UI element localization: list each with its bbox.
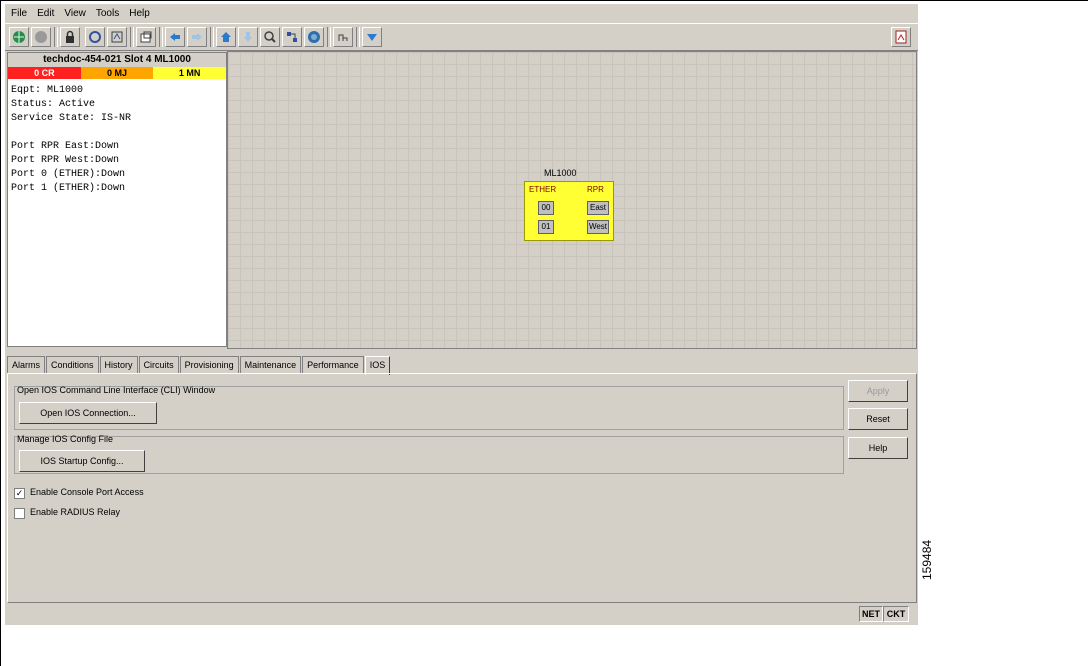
- tab-maintenance[interactable]: Maintenance: [239, 356, 302, 373]
- home-icon[interactable]: [216, 27, 236, 47]
- ether-label: ETHER: [529, 185, 557, 194]
- info-line: Port 0 (ETHER):Down: [11, 169, 126, 180]
- circuits-icon[interactable]: [282, 27, 302, 47]
- refresh-icon[interactable]: [85, 27, 105, 47]
- status-bar: NET CKT: [7, 604, 915, 622]
- tab-bar: Alarms Conditions History Circuits Provi…: [7, 356, 391, 375]
- toolbar: [5, 23, 918, 51]
- cli-group: Open IOS Command Line Interface (CLI) Wi…: [14, 385, 844, 430]
- ml1000-card[interactable]: ETHER RPR 00 01 East West: [524, 181, 614, 241]
- cli-group-title: Open IOS Command Line Interface (CLI) Wi…: [17, 385, 216, 395]
- config-group: Manage IOS Config File IOS Startup Confi…: [14, 434, 844, 474]
- port-rpr-west[interactable]: West: [587, 220, 609, 234]
- nav-icon[interactable]: [362, 27, 382, 47]
- port-rpr-east[interactable]: East: [587, 201, 609, 215]
- menu-help[interactable]: Help: [129, 8, 150, 19]
- ckt-status[interactable]: CKT: [883, 606, 909, 622]
- frame-left-line: [0, 0, 1, 666]
- pdf-icon[interactable]: [891, 27, 911, 47]
- info-line: Port 1 (ETHER):Down: [11, 183, 126, 194]
- rpr-label: RPR: [587, 185, 604, 194]
- window-icon[interactable]: [136, 27, 156, 47]
- tab-circuits[interactable]: Circuits: [138, 356, 179, 373]
- stop-icon[interactable]: [31, 27, 51, 47]
- toolbar-separator: [327, 27, 331, 47]
- info-line: Status: Active: [11, 99, 96, 110]
- console-access-checkbox[interactable]: ✓: [14, 488, 25, 499]
- ring-icon[interactable]: [333, 27, 353, 47]
- back-icon[interactable]: [165, 27, 185, 47]
- menu-tools[interactable]: Tools: [96, 8, 119, 19]
- radius-relay-checkbox[interactable]: [14, 508, 25, 519]
- tab-alarms[interactable]: Alarms: [7, 356, 46, 373]
- help-button[interactable]: Help: [848, 437, 908, 459]
- ios-tab-panel: Open IOS Command Line Interface (CLI) Wi…: [7, 373, 917, 603]
- menu-view[interactable]: View: [64, 8, 86, 19]
- reset-button[interactable]: Reset: [848, 408, 908, 430]
- toolbar-separator: [356, 27, 360, 47]
- card-name: ML1000: [544, 168, 577, 178]
- toolbar-separator: [210, 27, 214, 47]
- alarm-summary: 0 CR 0 MJ 1 MN: [8, 67, 227, 79]
- critical-alarm-count[interactable]: 0 CR: [8, 67, 81, 79]
- info-line: Port RPR East:Down: [11, 141, 120, 152]
- config-group-title: Manage IOS Config File: [17, 434, 114, 444]
- tab-provisioning[interactable]: Provisioning: [179, 356, 239, 373]
- radius-relay-label: Enable RADIUS Relay: [30, 507, 121, 517]
- menu-bar: File Edit View Tools Help: [5, 4, 918, 22]
- figure-number: 159484: [920, 539, 934, 580]
- node-icon[interactable]: [304, 27, 324, 47]
- network-icon[interactable]: [107, 27, 127, 47]
- info-line: Port RPR West:Down: [11, 155, 120, 166]
- node-info-panel: techdoc-454-021 Slot 4 ML1000 0 CR 0 MJ …: [7, 52, 227, 347]
- card-view-canvas: ML1000 ETHER RPR 00 01 East West: [227, 51, 917, 349]
- equipment-info: Eqpt: ML1000 Status: Active Service State:…: [8, 79, 226, 201]
- port-ether-00[interactable]: 00: [538, 201, 554, 215]
- info-line: Eqpt: ML1000: [11, 85, 84, 96]
- node-title: techdoc-454-021 Slot 4 ML1000: [8, 53, 226, 67]
- menu-file[interactable]: File: [11, 8, 27, 19]
- port-ether-01[interactable]: 01: [538, 220, 554, 234]
- application-window: File Edit View Tools Help techdoc-454-02…: [5, 4, 918, 625]
- frame-top-line: [0, 0, 1088, 1]
- info-line: Service State: IS-NR: [11, 113, 132, 124]
- apply-button[interactable]: Apply: [848, 380, 908, 402]
- console-access-label: Enable Console Port Access: [30, 487, 144, 497]
- down-icon[interactable]: [238, 27, 258, 47]
- tab-history[interactable]: History: [99, 356, 138, 373]
- net-status[interactable]: NET: [859, 606, 883, 622]
- info-line: [11, 126, 223, 140]
- zoom-icon[interactable]: [260, 27, 280, 47]
- ios-startup-config-button[interactable]: IOS Startup Config...: [19, 450, 145, 472]
- minor-alarm-count[interactable]: 1 MN: [153, 67, 227, 79]
- globe-icon[interactable]: [9, 27, 29, 47]
- toolbar-separator: [54, 27, 58, 47]
- major-alarm-count[interactable]: 0 MJ: [80, 67, 154, 79]
- toolbar-separator: [159, 27, 163, 47]
- lock-icon[interactable]: [60, 27, 80, 47]
- toolbar-separator: [130, 27, 134, 47]
- tab-conditions[interactable]: Conditions: [46, 356, 99, 373]
- open-ios-connection-button[interactable]: Open IOS Connection...: [19, 402, 157, 424]
- forward-icon[interactable]: [187, 27, 207, 47]
- menu-edit[interactable]: Edit: [37, 8, 54, 19]
- tab-performance[interactable]: Performance: [302, 356, 364, 373]
